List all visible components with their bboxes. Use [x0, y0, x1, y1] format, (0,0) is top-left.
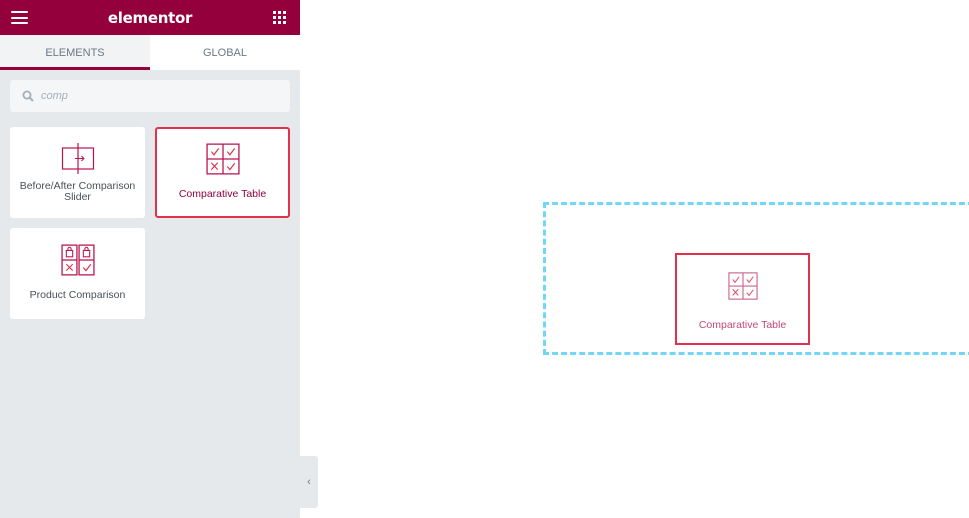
- tab-elements[interactable]: ELEMENTS: [0, 35, 150, 70]
- widget-comparative-table[interactable]: Comparative Table: [155, 127, 290, 218]
- product-comparison-icon: [60, 244, 95, 276]
- search-icon: [22, 90, 34, 102]
- panel-header: elementor: [0, 0, 300, 35]
- widget-label: Product Comparison: [29, 289, 126, 301]
- search-box: [10, 80, 290, 112]
- grid-icon[interactable]: [273, 11, 286, 24]
- dragged-widget-label: Comparative Table: [698, 319, 787, 331]
- widget-label: Comparative Table: [178, 188, 267, 200]
- widget-label: Before/After Comparison Slider: [19, 180, 136, 203]
- brand-logo: elementor: [107, 8, 193, 27]
- before-after-slider-icon: [61, 143, 94, 174]
- widget-product-comparison[interactable]: Product Comparison: [10, 228, 145, 319]
- collapse-panel-button[interactable]: ‹: [300, 456, 318, 508]
- search-input[interactable]: [41, 90, 271, 102]
- panel-tabs: ELEMENTS GLOBAL: [0, 35, 300, 70]
- comparative-table-icon: [205, 143, 240, 175]
- tab-global[interactable]: GLOBAL: [150, 35, 300, 70]
- comparative-table-icon: [727, 272, 758, 300]
- chevron-left-icon: ‹: [307, 476, 311, 488]
- widget-before-after-slider[interactable]: Before/After Comparison Slider: [10, 127, 145, 218]
- dragged-widget-comparative-table[interactable]: Comparative Table: [675, 253, 810, 345]
- hamburger-icon[interactable]: [11, 11, 28, 24]
- elementor-panel: elementor ELEMENTS GLOBAL Before/After C…: [0, 0, 300, 518]
